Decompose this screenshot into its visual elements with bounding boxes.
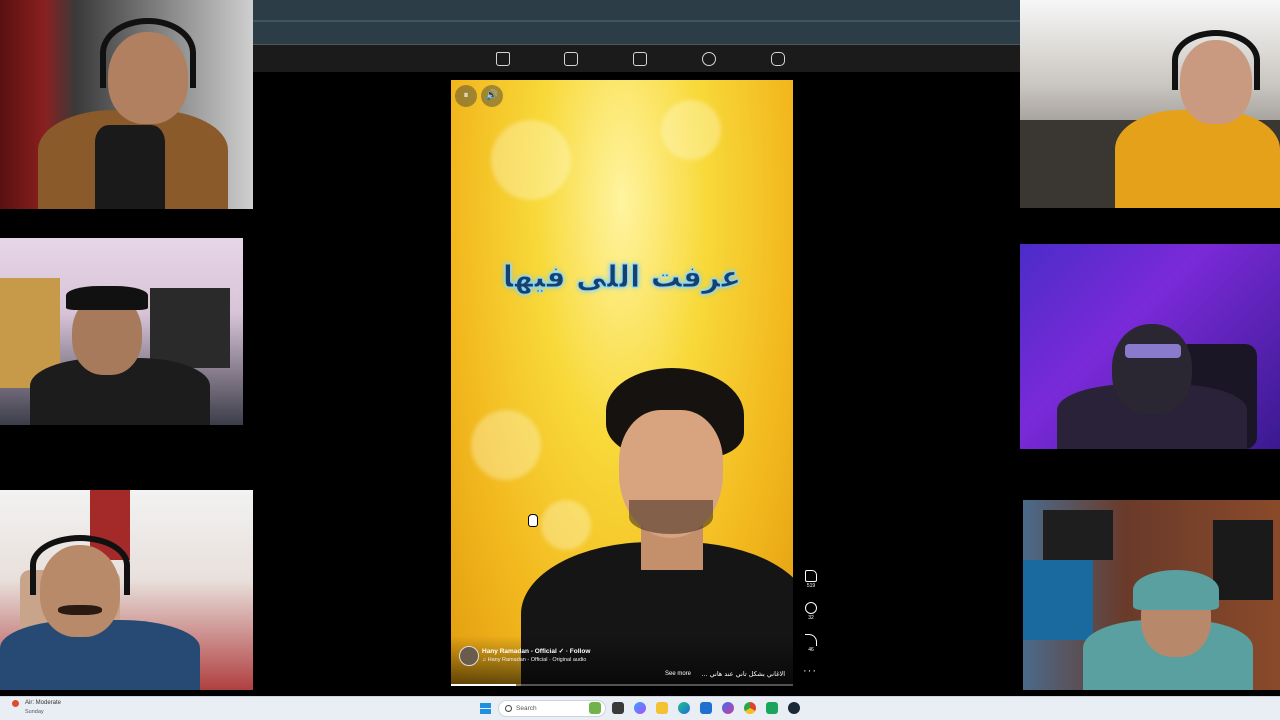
progress-bar [451,684,516,686]
like-button[interactable]: 519 [801,570,821,589]
search-icon [505,705,512,712]
messenger-icon[interactable] [722,702,734,714]
webcam-middle-left [0,238,243,425]
bokeh-light [491,120,571,200]
reel-video-player[interactable]: ⏸ 🔊 عرفت اللى فيها Hany Ramadan - Offici… [451,80,793,686]
sound-button[interactable]: 🔊 [481,85,503,107]
webcam-bottom-right [1023,500,1280,690]
groups-icon[interactable] [702,52,716,66]
store-icon[interactable] [700,702,712,714]
author-avatar[interactable] [459,646,479,666]
home-icon[interactable] [496,52,510,66]
audio-label[interactable]: ♫ Hany Ramadan - Official · Original aud… [482,657,586,663]
chrome-icon[interactable] [744,702,756,714]
browser-window: ⏸ 🔊 عرفت اللى فيها Hany Ramadan - Offici… [253,0,1020,696]
bokeh-light [661,100,721,160]
author-name[interactable]: Hany Ramadan - Official ✓ · Follow [482,647,590,655]
search-placeholder: Search [516,705,537,712]
webcam-top-right [1020,0,1280,208]
stream-canvas: ⏸ 🔊 عرفت اللى فيها Hany Ramadan - Offici… [0,0,1280,720]
gaming-icon[interactable] [771,52,785,66]
like-count: 519 [806,583,816,589]
webcam-bottom-left [0,490,254,690]
portrait-beard [629,500,713,534]
comment-count: 32 [808,615,814,621]
share-button[interactable]: 46 [801,634,821,653]
edge-icon[interactable] [678,702,690,714]
file-explorer-icon[interactable] [656,702,668,714]
share-icon [805,634,817,646]
start-button[interactable] [480,703,491,714]
browser-toolbar [253,0,1020,44]
site-nav-bar [253,44,1020,72]
weather-status[interactable]: Air: Moderate [25,700,61,706]
widgets-icon[interactable] [589,702,601,714]
steam-icon[interactable] [788,702,800,714]
reel-description: الاغاني بشكل تاني عند هاني ... [701,670,785,678]
marketplace-icon[interactable] [633,52,647,66]
windows-taskbar: Air: Moderate Sunday Search [0,696,1280,720]
weather-day: Sunday [25,709,44,715]
video-caption-overlay: عرفت اللى فيها [502,260,742,296]
task-view-icon[interactable] [612,702,624,714]
webcam-top-left [0,0,253,209]
copilot-icon[interactable] [634,702,646,714]
pause-icon: ⏸ [463,90,469,101]
browser-toolbar-strip [253,20,1020,22]
bokeh-light [471,410,541,480]
more-options-button[interactable]: ··· [803,665,817,677]
video-icon[interactable] [564,52,578,66]
mouse-cursor [528,514,538,527]
share-count: 46 [808,647,814,653]
comment-button[interactable]: 32 [801,602,821,621]
webcam-middle-right [1017,244,1280,449]
pause-button[interactable]: ⏸ [455,85,477,107]
comment-icon [805,602,817,614]
weather-icon[interactable] [12,700,19,707]
bokeh-light [541,500,591,550]
app-icon[interactable] [766,702,778,714]
see-more-link[interactable]: See more [665,671,691,677]
thumbs-up-icon [805,570,817,582]
sound-icon: 🔊 [485,90,499,101]
